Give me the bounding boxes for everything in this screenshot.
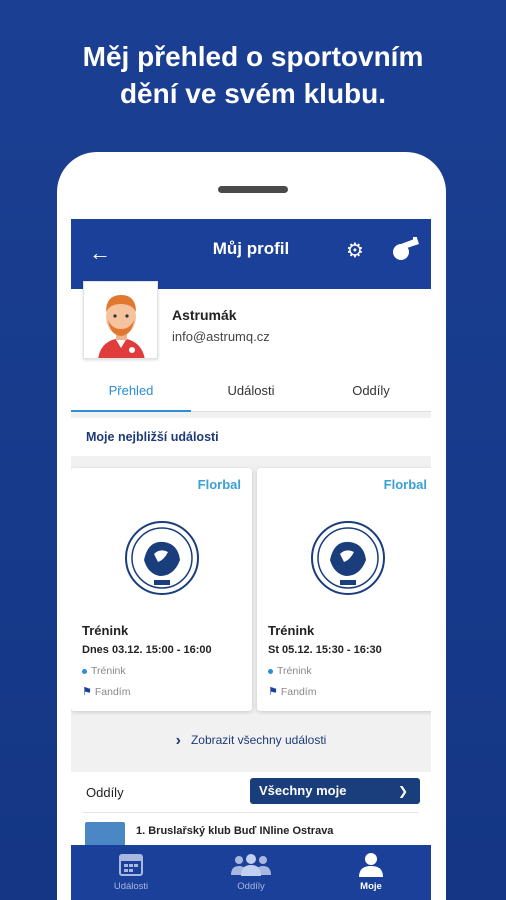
profile-email: info@astrumq.cz <box>172 329 270 344</box>
upcoming-events-heading: Moje nejbližší události <box>71 418 431 456</box>
promo-headline-line1: Měj přehled o sportovním <box>82 41 424 72</box>
chevron-right-icon: › <box>175 732 181 749</box>
event-card[interactable]: Florbal Trénink St 05.12. 15:30 - 16:30 … <box>257 468 431 711</box>
people-icon <box>231 854 271 876</box>
nav-item-udalosti[interactable]: Události <box>71 845 191 900</box>
fan-icon: ⚑ <box>82 686 92 698</box>
show-all-events-link[interactable]: › Zobrazit všechny události <box>71 722 431 758</box>
tab-prehled[interactable]: Přehled <box>71 371 191 412</box>
event-type: Trénink <box>82 665 126 677</box>
event-type-label: Trénink <box>277 665 312 677</box>
groups-filter-value: Všechny moje <box>259 783 347 798</box>
nav-label: Moje <box>360 881 382 892</box>
event-type: Trénink <box>268 665 312 677</box>
event-card[interactable]: Florbal Trénink Dnes 03.12. 15:00 - 16:0… <box>71 468 252 711</box>
event-title: Trénink <box>268 623 315 638</box>
event-sport: Florbal <box>383 477 427 492</box>
event-role: ⚑ Fandím <box>268 685 316 698</box>
calendar-icon <box>119 854 143 876</box>
event-title: Trénink <box>82 623 129 638</box>
event-role: ⚑ Fandím <box>82 685 130 698</box>
page-title: Můj profil <box>212 239 290 258</box>
groups-title: Oddíly <box>86 785 124 800</box>
phone-speaker <box>218 186 288 193</box>
event-role-label: Fandím <box>280 686 317 698</box>
group-list-item[interactable]: 1. Bruslařský klub Buď INline Ostrava <box>136 825 333 837</box>
show-all-events-label: Zobrazit všechny události <box>190 733 327 747</box>
tab-udalosti[interactable]: Události <box>191 371 311 412</box>
tab-oddily[interactable]: Oddíly <box>311 371 431 412</box>
event-type-dot-icon <box>82 668 87 674</box>
gear-icon[interactable]: ⚙ <box>346 238 364 264</box>
app-screen: ← Můj profil ⚙ Astrumák info@astrumq.cz … <box>71 219 431 900</box>
event-type-dot-icon <box>268 668 273 674</box>
event-datetime: St 05.12. 15:30 - 16:30 <box>268 644 382 656</box>
fan-icon: ⚑ <box>268 686 278 698</box>
profile-header: Astrumák info@astrumq.cz <box>71 281 431 371</box>
avatar-illustration <box>84 282 157 358</box>
event-sport: Florbal <box>197 477 241 492</box>
avatar <box>83 281 158 359</box>
divider <box>83 812 419 813</box>
groups-filter-select[interactable]: Všechny moje ❯ <box>250 778 420 804</box>
nav-label: Události <box>113 881 149 892</box>
event-datetime: Dnes 03.12. 15:00 - 16:00 <box>82 644 212 656</box>
event-type-label: Trénink <box>91 665 126 677</box>
nav-label: Oddíly <box>237 881 265 892</box>
promo-headline-line2: dění ve svém klubu. <box>119 78 387 109</box>
nav-item-moje[interactable]: Moje <box>311 845 431 900</box>
event-role-label: Fandím <box>94 686 131 698</box>
chevron-down-icon: ❯ <box>397 784 408 798</box>
club-thumbnail <box>85 822 125 846</box>
profile-name: Astrumák <box>172 307 237 323</box>
promo-headline: Měj přehled o sportovním dění ve svém kl… <box>0 38 506 112</box>
app-bar: ← Můj profil ⚙ <box>71 219 431 289</box>
club-logo-icon <box>125 521 199 595</box>
tab-bar: Přehled Události Oddíly <box>71 371 431 412</box>
nav-item-oddily[interactable]: Oddíly <box>191 845 311 900</box>
club-logo-icon <box>311 521 385 595</box>
whistle-icon[interactable] <box>389 233 421 265</box>
person-icon <box>359 853 383 877</box>
bottom-navigation: Události Oddíly Moje <box>71 845 431 900</box>
